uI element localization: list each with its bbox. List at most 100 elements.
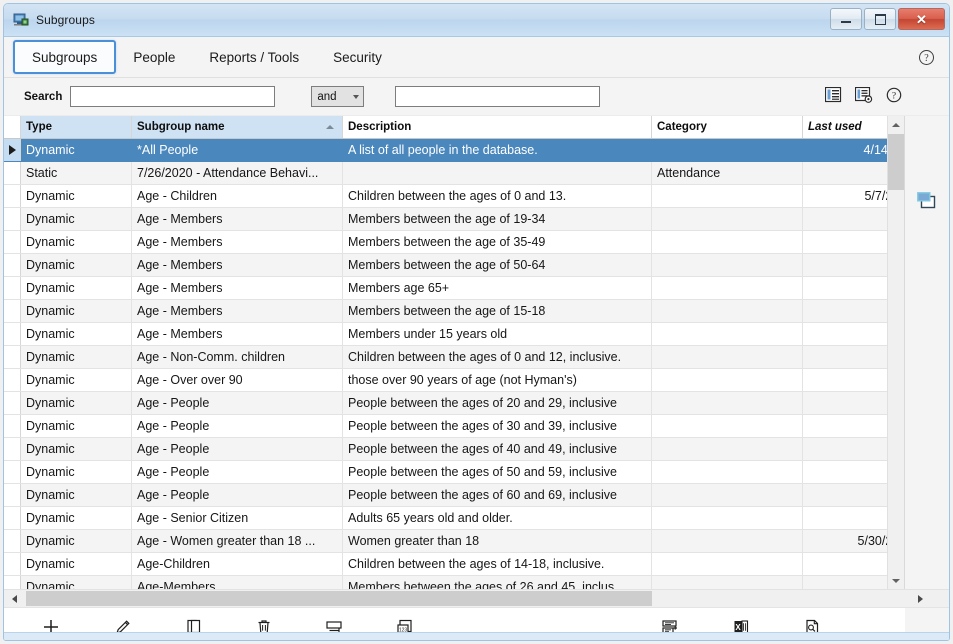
cell-type[interactable]: Dynamic [20, 552, 132, 576]
grid-horizontal-scrollbar[interactable] [4, 589, 949, 607]
cell-category[interactable] [651, 575, 803, 589]
row-indicator-cell[interactable] [4, 253, 21, 277]
table-row[interactable]: Dynamic Age - Members Members between the … [4, 253, 905, 277]
cell-description[interactable]: Members under 15 years old [342, 322, 652, 346]
row-indicator-cell[interactable] [4, 207, 21, 231]
cell-type[interactable]: Dynamic [20, 207, 132, 231]
cell-category[interactable] [651, 207, 803, 231]
cell-type[interactable]: Dynamic [20, 437, 132, 461]
tab-security[interactable]: Security [316, 40, 399, 74]
table-row[interactable]: Dynamic Age-Children Children between the … [4, 552, 905, 576]
row-indicator-cell[interactable] [4, 529, 21, 553]
grid-settings-icon[interactable] [855, 87, 873, 103]
cell-category[interactable] [651, 437, 803, 461]
cell-subgroup-name[interactable]: Age - People [131, 483, 343, 507]
row-indicator-cell[interactable] [4, 437, 21, 461]
cell-description[interactable]: People between the ages of 60 and 69, in… [342, 483, 652, 507]
table-row[interactable]: Dynamic Age - People People between the ag… [4, 437, 905, 461]
row-indicator-cell[interactable] [4, 460, 21, 484]
cell-category[interactable] [651, 184, 803, 208]
scroll-down-button[interactable] [888, 572, 904, 589]
cell-description[interactable]: Members between the age of 50-64 [342, 253, 652, 277]
tab-subgroups[interactable]: Subgroups [13, 40, 117, 74]
table-row[interactable]: Dynamic Age - Children Children between th… [4, 184, 905, 208]
table-row[interactable]: Dynamic Age - People People between the ag… [4, 414, 905, 438]
cell-category[interactable] [651, 460, 803, 484]
cell-description[interactable]: Members between the age of 15-18 [342, 299, 652, 323]
cell-type[interactable]: Dynamic [20, 276, 132, 300]
row-indicator-cell[interactable] [4, 552, 21, 576]
cell-type[interactable]: Dynamic [20, 506, 132, 530]
table-row[interactable]: Dynamic Age - Over over 90 those over 90 y… [4, 368, 905, 392]
scroll-right-button[interactable] [912, 590, 929, 607]
cell-subgroup-name[interactable]: Age - Members [131, 322, 343, 346]
cell-category[interactable] [651, 368, 803, 392]
cell-category[interactable] [651, 506, 803, 530]
row-indicator-cell[interactable] [4, 138, 21, 162]
cell-subgroup-name[interactable]: *All People [131, 138, 343, 162]
column-header-type[interactable]: Type [20, 116, 132, 139]
cell-type[interactable]: Dynamic [20, 253, 132, 277]
cell-category[interactable] [651, 414, 803, 438]
column-header-description[interactable]: Description [342, 116, 652, 139]
secondary-search-input[interactable] [395, 86, 601, 107]
column-header-subgroup-name[interactable]: Subgroup name [131, 116, 343, 139]
table-row[interactable]: Dynamic Age - Members Members between the … [4, 230, 905, 254]
table-row[interactable]: Dynamic Age - Members Members under 15 yea… [4, 322, 905, 346]
cell-subgroup-name[interactable]: Age-Children [131, 552, 343, 576]
cell-subgroup-name[interactable]: Age - Children [131, 184, 343, 208]
row-indicator-cell[interactable] [4, 414, 21, 438]
cell-description[interactable]: Women greater than 18 [342, 529, 652, 553]
grid-vertical-scrollbar[interactable] [887, 116, 905, 589]
table-row[interactable]: Dynamic Age - Non-Comm. children Children … [4, 345, 905, 369]
column-header-category[interactable]: Category [651, 116, 803, 139]
cascade-windows-icon[interactable] [917, 192, 937, 209]
cell-subgroup-name[interactable]: Age - People [131, 414, 343, 438]
minimize-button[interactable] [830, 8, 862, 30]
row-indicator-cell[interactable] [4, 276, 21, 300]
cell-type[interactable]: Dynamic [20, 391, 132, 415]
cell-category[interactable] [651, 529, 803, 553]
cell-subgroup-name[interactable]: Age - Members [131, 230, 343, 254]
cell-description[interactable]: Members age 65+ [342, 276, 652, 300]
row-indicator-cell[interactable] [4, 391, 21, 415]
table-row[interactable]: Dynamic Age - Members Members between the … [4, 207, 905, 231]
maximize-button[interactable] [864, 8, 896, 30]
cell-description[interactable]: People between the ages of 40 and 49, in… [342, 437, 652, 461]
table-row[interactable]: Dynamic Age - Members Members between the … [4, 299, 905, 323]
cell-category[interactable] [651, 299, 803, 323]
cell-type[interactable]: Dynamic [20, 368, 132, 392]
cell-subgroup-name[interactable]: 7/26/2020 - Attendance Behavi... [131, 161, 343, 185]
table-row[interactable]: Dynamic Age - People People between the ag… [4, 391, 905, 415]
cell-subgroup-name[interactable]: Age - Members [131, 299, 343, 323]
tab-people[interactable]: People [116, 40, 192, 74]
cell-type[interactable]: Dynamic [20, 414, 132, 438]
scroll-up-button[interactable] [888, 116, 904, 133]
cell-subgroup-name[interactable]: Age-Members [131, 575, 343, 589]
table-row[interactable]: Dynamic Age - People People between the ag… [4, 483, 905, 507]
cell-subgroup-name[interactable]: Age - Women greater than 18 ... [131, 529, 343, 553]
cell-subgroup-name[interactable]: Age - Members [131, 253, 343, 277]
cell-type[interactable]: Dynamic [20, 529, 132, 553]
cell-category[interactable] [651, 552, 803, 576]
search-input[interactable] [70, 86, 276, 107]
cell-type[interactable]: Dynamic [20, 460, 132, 484]
cell-type[interactable]: Dynamic [20, 575, 132, 589]
row-indicator-cell[interactable] [4, 575, 21, 589]
cell-category[interactable] [651, 138, 803, 162]
cell-category[interactable] [651, 483, 803, 507]
cell-description[interactable]: Members between the age of 19-34 [342, 207, 652, 231]
cell-type[interactable]: Dynamic [20, 138, 132, 162]
row-indicator-cell[interactable] [4, 483, 21, 507]
search-help-icon[interactable]: ? [886, 87, 902, 103]
cell-category[interactable] [651, 391, 803, 415]
row-indicator-cell[interactable] [4, 184, 21, 208]
cell-subgroup-name[interactable]: Age - People [131, 460, 343, 484]
cell-description[interactable]: Members between the age of 35-49 [342, 230, 652, 254]
horizontal-scroll-thumb[interactable] [26, 591, 652, 606]
cell-category[interactable] [651, 230, 803, 254]
table-row[interactable]: Dynamic Age - People People between the ag… [4, 460, 905, 484]
cell-description[interactable] [342, 161, 652, 185]
row-indicator-cell[interactable] [4, 322, 21, 346]
row-indicator-cell[interactable] [4, 299, 21, 323]
